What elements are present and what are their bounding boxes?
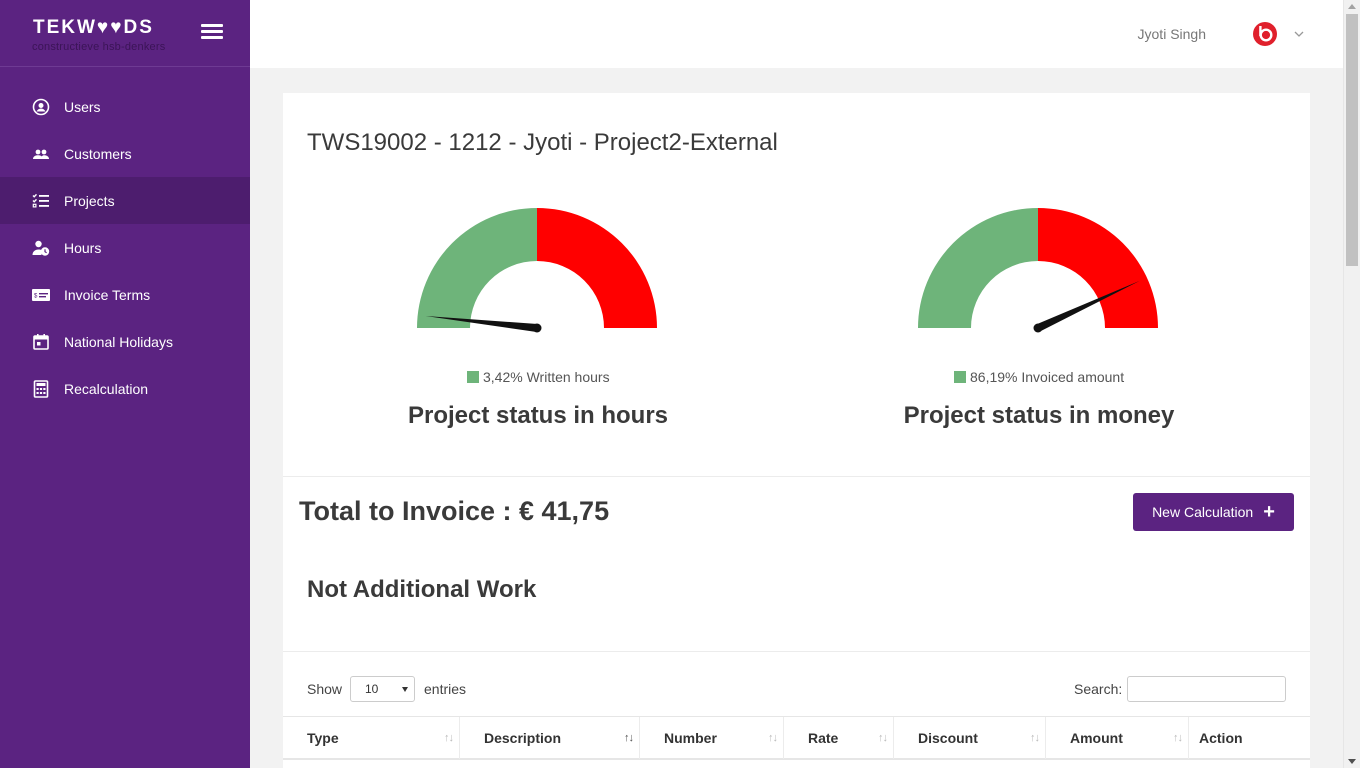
sort-icon: ↑↓: [878, 732, 888, 744]
divider: [283, 476, 1310, 477]
new-calculation-label: New Calculation: [1152, 504, 1254, 520]
gauge-money-title: Project status in money: [903, 402, 1175, 429]
sidebar-item-hours[interactable]: Hours: [0, 224, 250, 271]
section-title: Not Additional Work: [307, 576, 537, 603]
page-title: TWS19002 - 1212 - Jyoti - Project2-Exter…: [307, 129, 778, 156]
column-header-discount[interactable]: Discount ↑↓: [894, 717, 1046, 759]
legend-hours[interactable]: 3,42% Written hours: [467, 369, 610, 385]
brand: TEKW♥♥DS constructieve hsb-denkers: [0, 0, 250, 67]
invoice-card-icon: $: [31, 286, 51, 304]
calendar-icon: [31, 333, 51, 351]
column-label: Action: [1199, 730, 1243, 746]
column-label: Description: [484, 730, 562, 746]
topbar: Jyoti Singh: [250, 0, 1343, 68]
sidebar-item-invoice-terms[interactable]: $ Invoice Terms: [0, 271, 250, 318]
legend-swatch: [467, 371, 479, 383]
column-label: Type: [307, 730, 339, 746]
scroll-down-icon[interactable]: [1348, 759, 1356, 764]
logo-tagline: constructieve hsb-denkers: [32, 41, 166, 53]
sidebar-item-projects[interactable]: Projects: [0, 177, 250, 224]
gauge-band-red: [537, 208, 657, 328]
plus-icon: +: [1263, 501, 1275, 523]
search-label: Search:: [1074, 681, 1123, 697]
sort-icon: ↑↓: [1030, 732, 1040, 744]
column-label: Number: [664, 730, 717, 746]
sidebar-item-label: Customers: [64, 145, 132, 162]
legend-money[interactable]: 86,19% Invoiced amount: [954, 369, 1124, 385]
gauge-needle-hub: [1033, 323, 1043, 333]
gauge-money: [918, 208, 1158, 333]
users-icon: [31, 145, 51, 163]
sidebar-item-users[interactable]: Users: [0, 83, 250, 130]
caret-down-icon: [402, 687, 408, 692]
table-header: Type ↑↓ Description ↑↓ Number ↑↓ Rate ↑↓…: [283, 716, 1310, 760]
gauge-hours-title: Project status in hours: [407, 402, 669, 429]
legend-swatch: [954, 371, 966, 383]
sidebar-item-label: National Holidays: [64, 333, 173, 350]
divider: [283, 651, 1310, 652]
chevron-down-icon[interactable]: [1293, 27, 1305, 39]
sidebar-item-customers[interactable]: Customers: [0, 130, 250, 177]
sort-icon: ↑↓: [1173, 732, 1183, 744]
column-header-type[interactable]: Type ↑↓: [283, 717, 460, 759]
entries-label: entries: [424, 681, 467, 697]
sidebar-item-label: Hours: [64, 239, 102, 256]
gauge-hours-chart: [417, 208, 657, 333]
legend-label: 86,19% Invoiced amount: [970, 369, 1125, 385]
sidebar-item-recalculation[interactable]: Recalculation: [0, 365, 250, 412]
gauge-money-chart: [918, 208, 1158, 333]
sidebar: TEKW♥♥DS constructieve hsb-denkers Users…: [0, 0, 250, 768]
column-header-amount[interactable]: Amount ↑↓: [1046, 717, 1189, 759]
legend-label: 3,42% Written hours: [483, 369, 610, 385]
sort-icon: ↑↓: [768, 732, 778, 744]
sidebar-item-label: Projects: [64, 192, 115, 209]
page-scrollbar[interactable]: [1343, 0, 1360, 768]
total-to-invoice: Total to Invoice : € 41,75: [299, 496, 610, 526]
scroll-thumb[interactable]: [1346, 14, 1358, 266]
column-header-description[interactable]: Description ↑↓: [460, 717, 640, 759]
sidebar-item-label: Users: [64, 98, 101, 115]
sidebar-item-label: Recalculation: [64, 380, 149, 397]
tasks-list-icon: [31, 192, 51, 210]
user-circle-icon: [31, 98, 51, 116]
sort-asc-icon: ↑↓: [624, 732, 634, 744]
scroll-up-icon[interactable]: [1348, 4, 1356, 9]
sidebar-nav: Users Customers Projects Hours $ Invoice…: [0, 67, 250, 412]
gauge-band-green: [417, 208, 537, 328]
logo[interactable]: TEKW♥♥DS: [33, 17, 154, 39]
search-input[interactable]: [1127, 676, 1286, 702]
beats-logo-icon[interactable]: [1253, 22, 1277, 46]
user-name[interactable]: Jyoti Singh: [1138, 26, 1206, 42]
calculator-icon: [31, 379, 51, 398]
new-calculation-button[interactable]: New Calculation +: [1133, 493, 1294, 531]
column-label: Discount: [918, 730, 978, 746]
entries-value: 10: [365, 682, 379, 696]
user-clock-icon: [31, 239, 51, 257]
column-header-rate[interactable]: Rate ↑↓: [784, 717, 894, 759]
column-label: Rate: [808, 730, 839, 746]
sort-icon: ↑↓: [444, 732, 454, 744]
column-label: Amount: [1070, 730, 1123, 746]
sidebar-item-national-holidays[interactable]: National Holidays: [0, 318, 250, 365]
gauge-band-red: [1038, 208, 1158, 328]
show-label: Show: [307, 681, 343, 697]
sidebar-item-label: Invoice Terms: [64, 286, 151, 303]
column-header-number[interactable]: Number ↑↓: [640, 717, 784, 759]
column-header-action: Action: [1189, 717, 1310, 759]
gauge-band-green: [918, 208, 1038, 328]
gauge-needle-hub: [532, 323, 542, 333]
entries-select[interactable]: 10: [350, 676, 415, 702]
menu-toggle-icon[interactable]: [201, 24, 223, 40]
gauge-hours: [417, 208, 657, 333]
project-card: TWS19002 - 1212 - Jyoti - Project2-Exter…: [283, 93, 1310, 768]
